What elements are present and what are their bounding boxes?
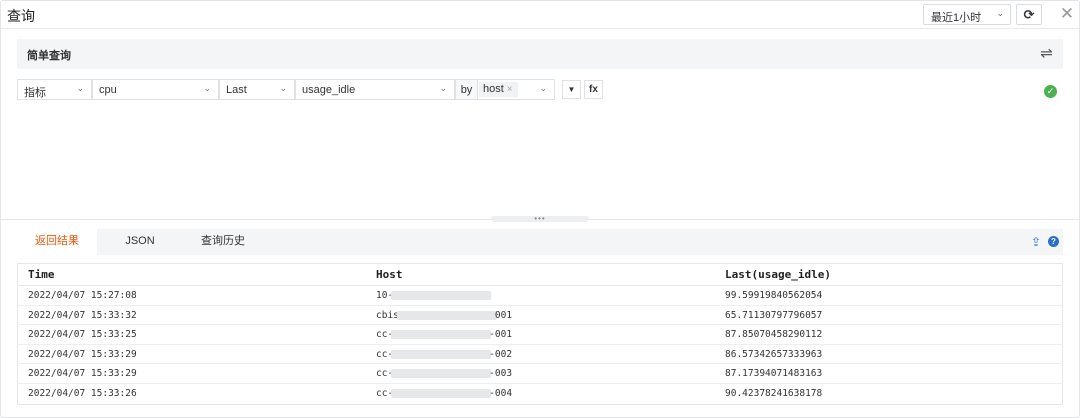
cell-value: 86.57342657333963 (725, 348, 823, 360)
chevron-down-icon: ⌄ (203, 83, 211, 93)
cell-value: 65.71130797796057 (725, 309, 823, 321)
filter-button[interactable]: ▼ (562, 80, 581, 99)
table-row[interactable]: 2022/04/07 15:33:29 cc- -002 86.573426573… (18, 345, 1062, 365)
chevron-down-icon: ⌄ (279, 83, 287, 93)
cell-value: 87.17394071483163 (725, 368, 823, 380)
measurement-select[interactable]: cpu ⌄ (92, 79, 219, 100)
chevron-down-icon: ⌄ (76, 83, 84, 93)
measurement-value: cpu (99, 84, 117, 96)
tab-history[interactable]: 查询历史 (187, 229, 259, 255)
cell-time: 2022/04/07 15:33:25 (28, 329, 137, 341)
refresh-button[interactable]: ⟳ (1016, 4, 1042, 25)
redacted-block (391, 330, 492, 340)
cell-host: cc- -003 (376, 368, 513, 380)
cell-value: 99.59919840562054 (725, 290, 823, 301)
chevron-down-icon: ⌄ (539, 83, 547, 93)
query-window: 查询 最近1小时 ⌄ ⟳ ✕ 简单查询 ⇌ 指标 ⌄ cpu ⌄ Last ⌄ … (0, 0, 1080, 418)
table-row[interactable]: 2022/04/07 15:33:26 cc- -004 90.423782416… (18, 384, 1062, 404)
redacted-block (391, 388, 492, 398)
redacted-block (391, 369, 492, 379)
table-row[interactable]: 2022/04/07 15:27:08 10- 99.5991984056205… (18, 286, 1062, 306)
table-row[interactable]: 2022/04/07 15:33:32 cbis 001 65.711307977… (18, 306, 1062, 326)
time-range-select[interactable]: 最近1小时 ⌄ (923, 4, 1011, 25)
cell-time: 2022/04/07 15:27:08 (28, 290, 137, 301)
group-by-tag: host × (479, 82, 518, 97)
field-value: usage_idle (302, 84, 356, 96)
chevron-down-icon: ⌄ (439, 83, 447, 93)
check-circle-icon: ✓ (1044, 85, 1057, 98)
group-by-tag-label: host (483, 83, 504, 95)
table-row[interactable]: 2022/04/07 15:33:25 cc- -001 87.850704582… (18, 325, 1062, 345)
results-table: Time Host Last(usage_idle) 2022/04/07 15… (17, 263, 1063, 405)
help-icon[interactable]: ? (1048, 236, 1059, 247)
cell-host: cbis 001 (376, 309, 513, 321)
aggregation-value: Last (226, 84, 247, 96)
table-header: Time Host Last(usage_idle) (18, 264, 1062, 286)
resize-handle[interactable]: ••• (491, 215, 589, 223)
cell-host: cc- -004 (376, 387, 513, 399)
tag-remove-icon[interactable]: × (507, 84, 513, 95)
cell-host: cc- -001 (376, 329, 513, 341)
tab-results[interactable]: 返回结果 (17, 229, 97, 255)
function-label: fx (589, 84, 598, 95)
redacted-block (391, 349, 492, 359)
column-header-time: Time (28, 268, 55, 281)
redacted-block (396, 310, 497, 320)
cell-host: 10- (376, 290, 492, 301)
metric-type-select[interactable]: 指标 ⌄ (17, 79, 92, 100)
function-button[interactable]: fx (584, 80, 603, 99)
window-title: 查询 (7, 8, 35, 24)
close-button[interactable]: ✕ (1057, 4, 1077, 24)
filter-icon: ▼ (567, 85, 576, 94)
chevron-down-icon: ⌄ (996, 8, 1004, 18)
cell-host: cc- -002 (376, 348, 513, 360)
metric-type-value: 指标 (24, 87, 46, 99)
aggregation-select[interactable]: Last ⌄ (219, 79, 295, 100)
group-by-label: by (455, 79, 477, 100)
cell-time: 2022/04/07 15:33:29 (28, 368, 137, 380)
result-tabs: 返回结果 JSON 查询历史 ⇪ ? (17, 229, 1063, 255)
cell-value: 90.42378241638178 (725, 387, 823, 399)
redacted-block (391, 291, 492, 300)
refresh-icon: ⟳ (1023, 7, 1035, 22)
simple-query-title: 简单查询 (27, 50, 71, 62)
export-icon[interactable]: ⇪ (1031, 235, 1041, 249)
cell-time: 2022/04/07 15:33:29 (28, 348, 137, 360)
simple-query-panel: 简单查询 ⇌ (17, 39, 1063, 69)
close-icon: ✕ (1059, 4, 1075, 23)
field-select[interactable]: usage_idle ⌄ (295, 79, 455, 100)
cell-time: 2022/04/07 15:33:32 (28, 309, 137, 321)
tab-json[interactable]: JSON (105, 229, 175, 255)
cell-time: 2022/04/07 15:33:26 (28, 387, 137, 399)
column-header-value: Last(usage_idle) (725, 268, 831, 281)
time-range-value: 最近1小时 (931, 12, 982, 24)
cell-value: 87.85070458290112 (725, 329, 823, 341)
switch-mode-icon[interactable]: ⇌ (1040, 44, 1053, 62)
table-row[interactable]: 2022/04/07 15:33:29 cc- -003 87.173940714… (18, 364, 1062, 384)
column-header-host: Host (376, 268, 403, 281)
title-bar: 查询 最近1小时 ⌄ ⟳ ✕ (1, 1, 1080, 29)
